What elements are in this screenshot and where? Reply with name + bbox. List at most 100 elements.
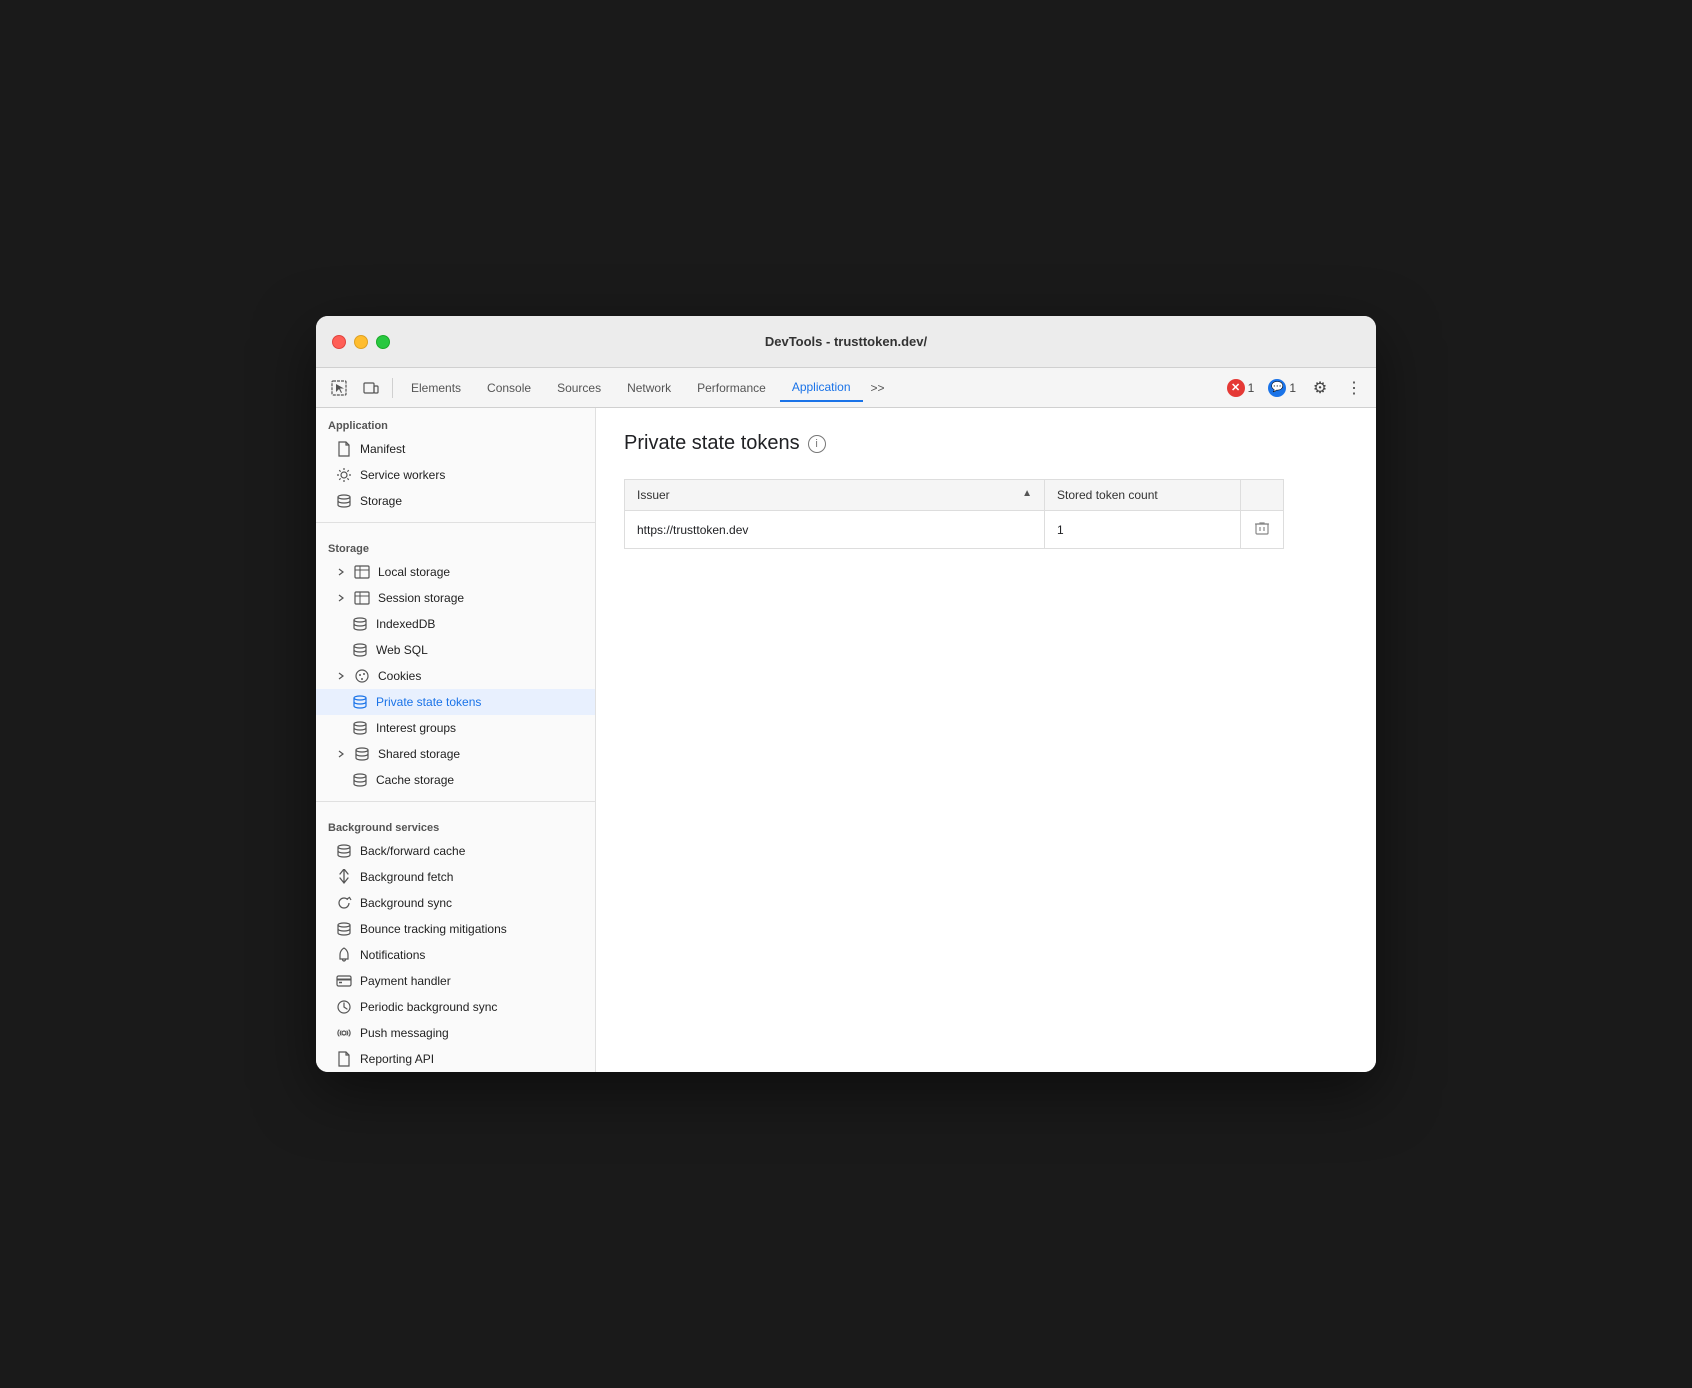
sidebar-item-cache-storage[interactable]: Cache storage <box>316 767 595 793</box>
storage-section-header: Storage <box>316 531 595 559</box>
push-messaging-label: Push messaging <box>360 1026 449 1040</box>
backforward-cache-icon <box>336 843 352 859</box>
payment-handler-icon <box>336 973 352 989</box>
periodic-sync-label: Periodic background sync <box>360 1000 497 1014</box>
warning-badge-button[interactable]: 💬 1 <box>1264 377 1300 399</box>
tab-performance[interactable]: Performance <box>685 375 778 401</box>
toolbar-right: ✕ 1 💬 1 ⚙ ⋮ <box>1223 374 1368 402</box>
issuer-cell: https://trusttoken.dev <box>625 511 1045 549</box>
sidebar-item-background-sync[interactable]: Background sync <box>316 890 595 916</box>
toolbar: Elements Console Sources Network Perform… <box>316 368 1376 408</box>
tab-application[interactable]: Application <box>780 374 863 402</box>
sidebar: Application Manifest Service <box>316 408 596 1072</box>
background-fetch-label: Background fetch <box>360 870 453 884</box>
private-tokens-table: Issuer ▲ Stored token count https://trus… <box>624 479 1284 549</box>
sidebar-item-storage[interactable]: Storage <box>316 488 595 514</box>
tab-sources[interactable]: Sources <box>545 375 613 401</box>
traffic-lights <box>332 335 390 349</box>
web-sql-icon <box>352 642 368 658</box>
toolbar-separator <box>392 378 393 398</box>
delete-row-button[interactable] <box>1253 519 1271 540</box>
actions-column-header <box>1241 480 1284 511</box>
sidebar-item-bounce-tracking[interactable]: Bounce tracking mitigations <box>316 916 595 942</box>
sidebar-item-shared-storage[interactable]: Shared storage <box>316 741 595 767</box>
sort-icon: ▲ <box>1022 488 1032 499</box>
maximize-button[interactable] <box>376 335 390 349</box>
interest-groups-label: Interest groups <box>376 721 456 735</box>
page-title-row: Private state tokens i <box>624 432 1348 455</box>
issuer-column-header[interactable]: Issuer ▲ <box>625 480 1045 511</box>
content-area: Application Manifest Service <box>316 408 1376 1072</box>
background-section-header: Background services <box>316 810 595 838</box>
tab-network[interactable]: Network <box>615 375 683 401</box>
service-workers-label: Service workers <box>360 468 445 482</box>
minimize-button[interactable] <box>354 335 368 349</box>
window-title: DevTools - trusttoken.dev/ <box>332 334 1360 349</box>
service-workers-icon <box>336 467 352 483</box>
tab-console[interactable]: Console <box>475 375 543 401</box>
expand-arrow-cookies[interactable] <box>336 671 346 681</box>
more-options-button[interactable]: ⋮ <box>1340 374 1368 402</box>
token-count-cell: 1 <box>1045 511 1241 549</box>
sidebar-item-interest-groups[interactable]: Interest groups <box>316 715 595 741</box>
sidebar-item-reporting-api[interactable]: Reporting API <box>316 1046 595 1072</box>
private-tokens-icon <box>352 694 368 710</box>
storage-icon <box>336 493 352 509</box>
sidebar-item-service-workers[interactable]: Service workers <box>316 462 595 488</box>
more-tabs-button[interactable]: >> <box>865 377 891 399</box>
sidebar-item-notifications[interactable]: Notifications <box>316 942 595 968</box>
error-count: 1 <box>1248 381 1255 395</box>
tab-elements[interactable]: Elements <box>399 375 473 401</box>
error-icon: ✕ <box>1227 379 1245 397</box>
indexeddb-label: IndexedDB <box>376 617 435 631</box>
sidebar-item-private-state-tokens[interactable]: Private state tokens <box>316 689 595 715</box>
background-fetch-icon <box>336 869 352 885</box>
shared-storage-label: Shared storage <box>378 747 460 761</box>
device-toggle-button[interactable] <box>356 374 386 402</box>
local-storage-icon <box>354 564 370 580</box>
sidebar-item-manifest[interactable]: Manifest <box>316 436 595 462</box>
sidebar-item-indexeddb[interactable]: IndexedDB <box>316 611 595 637</box>
close-button[interactable] <box>332 335 346 349</box>
bounce-tracking-label: Bounce tracking mitigations <box>360 922 507 936</box>
periodic-sync-icon <box>336 999 352 1015</box>
sidebar-item-backforward-cache[interactable]: Back/forward cache <box>316 838 595 864</box>
sidebar-item-periodic-sync[interactable]: Periodic background sync <box>316 994 595 1020</box>
session-storage-label: Session storage <box>378 591 464 605</box>
file-icon <box>336 441 352 457</box>
token-count-column-header: Stored token count <box>1045 480 1241 511</box>
sidebar-item-payment-handler[interactable]: Payment handler <box>316 968 595 994</box>
inspector-cursor-button[interactable] <box>324 374 354 402</box>
titlebar: DevTools - trusttoken.dev/ <box>316 316 1376 368</box>
indexeddb-icon <box>352 616 368 632</box>
error-badge-button[interactable]: ✕ 1 <box>1223 377 1259 399</box>
main-content: Private state tokens i Issuer ▲ Stored t… <box>596 408 1376 1072</box>
expand-arrow-session-storage[interactable] <box>336 593 346 603</box>
expand-arrow-shared-storage[interactable] <box>336 749 346 759</box>
info-icon[interactable]: i <box>808 435 826 453</box>
sidebar-item-local-storage[interactable]: Local storage <box>316 559 595 585</box>
expand-arrow-local-storage[interactable] <box>336 567 346 577</box>
background-sync-icon <box>336 895 352 911</box>
shared-storage-icon <box>354 746 370 762</box>
cookies-label: Cookies <box>378 669 421 683</box>
settings-button[interactable]: ⚙ <box>1306 374 1334 402</box>
backforward-cache-label: Back/forward cache <box>360 844 465 858</box>
sidebar-item-cookies[interactable]: Cookies <box>316 663 595 689</box>
application-section-header: Application <box>316 408 595 436</box>
push-messaging-icon <box>336 1025 352 1041</box>
payment-handler-label: Payment handler <box>360 974 451 988</box>
table-body: https://trusttoken.dev 1 <box>625 511 1284 549</box>
private-state-tokens-label: Private state tokens <box>376 695 481 709</box>
reporting-api-label: Reporting API <box>360 1052 434 1066</box>
sidebar-item-background-fetch[interactable]: Background fetch <box>316 864 595 890</box>
sidebar-item-web-sql[interactable]: Web SQL <box>316 637 595 663</box>
sidebar-divider-2 <box>316 801 595 802</box>
page-title: Private state tokens <box>624 432 800 455</box>
sidebar-item-session-storage[interactable]: Session storage <box>316 585 595 611</box>
warning-count: 1 <box>1289 381 1296 395</box>
sidebar-item-push-messaging[interactable]: Push messaging <box>316 1020 595 1046</box>
sidebar-divider-1 <box>316 522 595 523</box>
delete-cell <box>1241 511 1284 549</box>
notifications-label: Notifications <box>360 948 425 962</box>
